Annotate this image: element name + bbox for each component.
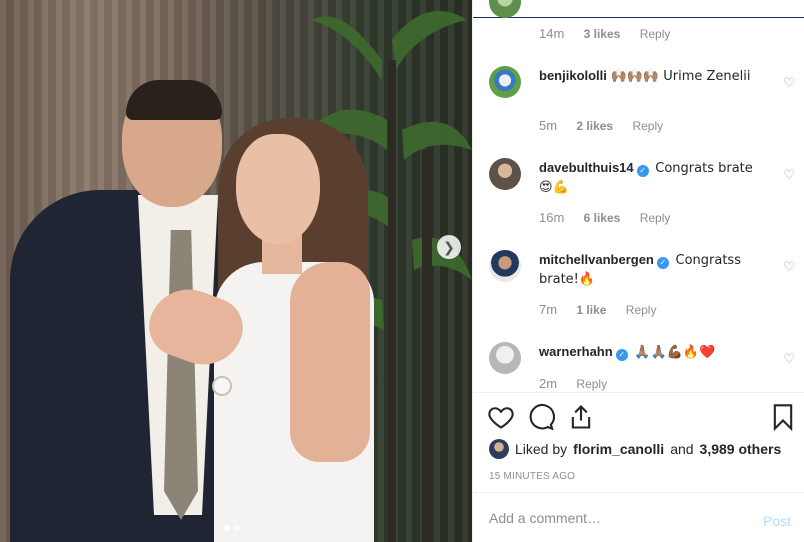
share-icon[interactable] [567, 403, 595, 431]
avatar[interactable] [489, 66, 521, 98]
verified-badge-icon: ✓ [656, 257, 669, 269]
carousel-dot-active [224, 525, 230, 531]
avatar[interactable] [489, 0, 521, 18]
avatar[interactable] [489, 342, 521, 374]
comment-username[interactable]: davebulthuis14 [539, 160, 634, 175]
avatar[interactable] [489, 250, 521, 282]
comment-meta: 2m Reply [539, 376, 623, 391]
carousel-dot [234, 525, 240, 531]
liked-by-others[interactable]: 3,989 others [700, 441, 782, 457]
liked-by: Liked by florim_canolli and 3,989 others [489, 439, 781, 459]
comments-list[interactable]: 14m 3 likes Reply benjikololli 🙌🏽🙌🏽🙌🏽 Ur… [473, 0, 804, 392]
comment-icon[interactable] [527, 403, 555, 431]
comment-likes[interactable]: 6 likes [584, 211, 621, 225]
post-actions: Liked by florim_canolli and 3,989 others… [473, 392, 804, 492]
heart-icon[interactable]: ♡ [783, 167, 795, 183]
comment-meta: 5m 2 likes Reply [539, 118, 679, 133]
heart-icon[interactable]: ♡ [783, 75, 795, 91]
woman-arm [290, 262, 370, 462]
reply-button[interactable]: Reply [640, 211, 671, 225]
post-timestamp[interactable]: 15 MINUTES AGO [489, 471, 575, 482]
comment-time[interactable]: 16m [539, 210, 564, 225]
man-hair [126, 80, 222, 120]
woman-face [236, 134, 320, 244]
comment-username[interactable]: benjikololli [539, 68, 607, 83]
liked-by-and: and [670, 441, 694, 457]
carousel-next-button[interactable]: ❯ [437, 235, 461, 259]
comment-time[interactable]: 5m [539, 118, 557, 133]
comment-meta: 7m 1 like Reply [539, 302, 672, 317]
carousel-dots [224, 525, 240, 531]
reply-button[interactable]: Reply [576, 377, 607, 391]
comment-likes[interactable]: 1 like [576, 303, 606, 317]
reply-button[interactable]: Reply [640, 27, 671, 41]
comment-input[interactable] [489, 507, 739, 529]
comment-text: 🙏🏽🙏🏽💪🏾🔥❤️ [634, 345, 716, 360]
comment-username[interactable]: warnerhahn [539, 344, 613, 359]
comment-text: 🙌🏽🙌🏽🙌🏽 Urime Zenelii [610, 69, 751, 84]
avatar[interactable] [489, 158, 521, 190]
comment-body: davebulthuis14 ✓ Congrats brate 😍💪 [539, 159, 759, 197]
comment-username[interactable]: mitchellvanbergen [539, 252, 654, 267]
heart-icon[interactable]: ♡ [783, 351, 795, 367]
comment-body: warnerhahn ✓ 🙏🏽🙏🏽💪🏾🔥❤️ [539, 343, 759, 362]
comment-body: mitchellvanbergen ✓ Congratss brate!🔥 [539, 251, 759, 289]
bookmark-icon[interactable] [769, 403, 797, 431]
comment-likes[interactable]: 3 likes [584, 27, 621, 41]
reply-button[interactable]: Reply [626, 303, 657, 317]
comment-time[interactable]: 2m [539, 376, 557, 391]
liked-by-prefix: Liked by [515, 441, 568, 457]
chevron-right-icon: ❯ [443, 238, 455, 255]
verified-badge-icon: ✓ [636, 165, 649, 177]
post-button[interactable]: Post [763, 513, 791, 529]
heart-icon[interactable]: ♡ [783, 259, 795, 275]
header-divider [473, 17, 804, 18]
reply-button[interactable]: Reply [632, 119, 663, 133]
comment-time[interactable]: 7m [539, 302, 557, 317]
comment-meta: 14m 3 likes Reply [539, 26, 686, 41]
comment-time[interactable]: 14m [539, 26, 564, 41]
add-comment-bar: Post [473, 492, 804, 542]
avatar[interactable] [489, 439, 509, 459]
post-side-panel: 14m 3 likes Reply benjikololli 🙌🏽🙌🏽🙌🏽 Ur… [472, 0, 804, 542]
heart-icon[interactable] [487, 403, 515, 431]
watch [212, 376, 232, 396]
comment-body: benjikololli 🙌🏽🙌🏽🙌🏽 Urime Zenelii [539, 67, 759, 86]
post-photo[interactable]: ❯ [0, 0, 472, 542]
liked-by-user[interactable]: florim_canolli [573, 441, 664, 457]
verified-badge-icon: ✓ [615, 349, 628, 361]
comment-likes[interactable]: 2 likes [576, 119, 613, 133]
comment-meta: 16m 6 likes Reply [539, 210, 686, 225]
